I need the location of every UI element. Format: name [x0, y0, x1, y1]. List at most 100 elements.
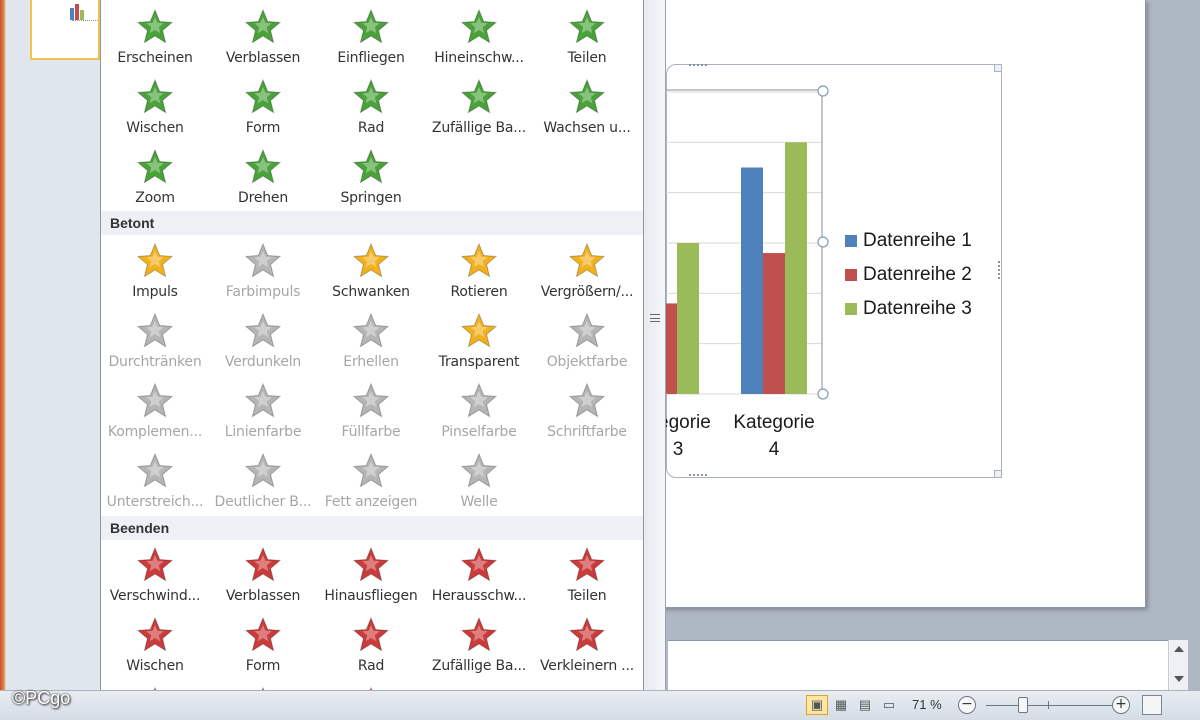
effect-label: Teilen	[567, 588, 607, 604]
effect-star-disappear[interactable]: Verschwind...	[101, 540, 209, 610]
effect-star-underline[interactable]: Unterstreich...	[101, 446, 209, 516]
star-appear-icon	[136, 8, 174, 44]
legend-label-3: Datenreihe 3	[863, 298, 972, 319]
effect-star-random-bars-out[interactable]: Zufällige Ba...	[425, 610, 533, 680]
effect-label: Drehen	[237, 190, 288, 206]
resize-grip-icon[interactable]	[650, 314, 660, 322]
effect-label: Schwanken	[332, 284, 410, 300]
effect-star-fade-out[interactable]: Verblassen	[209, 540, 317, 610]
normal-view-button[interactable]: ▣	[806, 695, 828, 715]
effect-star-fill-color[interactable]: Füllfarbe	[317, 376, 425, 446]
effect-star-bounce[interactable]: Springen	[317, 142, 425, 212]
effect-star-color-pulse[interactable]: Farbimpuls	[209, 236, 317, 306]
effect-star-random-bars[interactable]: Zufällige Ba...	[425, 72, 533, 142]
effect-star-split-out[interactable]: Teilen	[533, 540, 641, 610]
effect-label: Schriftfarbe	[547, 424, 627, 440]
effect-star-zoom[interactable]: Zoom	[101, 142, 209, 212]
zoom-out-button[interactable]: −	[958, 696, 976, 714]
effect-star-pulse[interactable]: Impuls	[101, 236, 209, 306]
effect-label: Rad	[357, 120, 385, 136]
slideshow-button[interactable]: ▭	[878, 695, 900, 715]
star-lighten-icon	[352, 312, 390, 348]
star-wheel-icon	[352, 78, 390, 114]
legend-swatch-3	[845, 303, 857, 315]
effect-star-brush-color[interactable]: Pinselfarbe	[425, 376, 533, 446]
star-wave-icon	[460, 452, 498, 488]
effect-star-font-color[interactable]: Schriftfarbe	[533, 376, 641, 446]
effect-star-appear[interactable]: Erscheinen	[101, 2, 209, 72]
effect-star-darken[interactable]: Verdunkeln	[209, 306, 317, 376]
bar-series-3-cat-1	[677, 243, 699, 394]
zoom-slider-track[interactable]	[986, 705, 1112, 706]
effect-label: Erhellen	[343, 354, 399, 370]
effect-star-grow-shrink[interactable]: Vergrößern/...	[533, 236, 641, 306]
star-float-out-icon	[460, 546, 498, 582]
effect-star-fly-in[interactable]: Einfliegen	[317, 2, 425, 72]
effect-label: Verblassen	[225, 588, 301, 604]
bar-series-2-cat-2	[763, 253, 785, 394]
fit-to-window-button[interactable]	[1142, 695, 1162, 715]
reading-view-button[interactable]: ▤	[854, 695, 876, 715]
star-brush-color-icon	[460, 382, 498, 418]
slide-sorter-button[interactable]: ▦	[830, 695, 852, 715]
effect-star-object-color[interactable]: Objektfarbe	[533, 306, 641, 376]
effect-star-fly-out[interactable]: Hinausfliegen	[317, 540, 425, 610]
effect-star-desaturate[interactable]: Durchtränken	[101, 306, 209, 376]
legend-swatch-1	[845, 235, 857, 247]
effect-star-shape[interactable]: Form	[209, 72, 317, 142]
effect-star-complementary[interactable]: Komplemen...	[101, 376, 209, 446]
effect-label: Deutlicher B...	[214, 494, 312, 510]
effect-label: Herausschw...	[431, 588, 527, 604]
star-underline-icon	[136, 452, 174, 488]
star-bold-reveal-icon	[352, 452, 390, 488]
scroll-down-icon[interactable]	[1174, 676, 1184, 682]
effect-star-spin[interactable]: Rotieren	[425, 236, 533, 306]
zoom-slider-thumb[interactable]	[1018, 697, 1028, 713]
animation-effects-gallery[interactable]: Betont Beenden Erscheinen Verblassen Einfl…	[100, 0, 644, 720]
effect-star-wheel[interactable]: Rad	[317, 72, 425, 142]
effect-star-wipe[interactable]: Wischen	[101, 72, 209, 142]
effect-star-teeter[interactable]: Schwanken	[317, 236, 425, 306]
effect-star-grow-turn[interactable]: Wachsen u...	[533, 72, 641, 142]
gallery-resize-handle[interactable]	[644, 0, 666, 690]
star-bounce-icon	[352, 148, 390, 184]
effect-label: Impuls	[132, 284, 178, 300]
effect-star-float-out[interactable]: Herausschw...	[425, 540, 533, 610]
effect-star-lighten[interactable]: Erhellen	[317, 306, 425, 376]
star-float-in-icon	[460, 8, 498, 44]
legend-item-series-1: Datenreihe 1	[845, 224, 972, 258]
star-split-icon	[568, 8, 606, 44]
effect-label: Springen	[340, 190, 402, 206]
effect-star-bold-flash[interactable]: Deutlicher B...	[209, 446, 317, 516]
star-complementary-icon	[136, 382, 174, 418]
chart-legend[interactable]: Datenreihe 1 Datenreihe 2 Datenreihe 3	[845, 224, 972, 326]
bar-series-2-cat-1	[666, 303, 677, 394]
zoom-in-button[interactable]: +	[1112, 696, 1130, 714]
effect-star-line-color[interactable]: Linienfarbe	[209, 376, 317, 446]
effect-label: Verdunkeln	[224, 354, 302, 370]
effect-star-shape-out[interactable]: Form	[209, 610, 317, 680]
notes-pane[interactable]	[668, 640, 1188, 690]
scroll-up-icon[interactable]	[1174, 646, 1184, 652]
effect-star-wheel-out[interactable]: Rad	[317, 610, 425, 680]
effect-star-wave[interactable]: Welle	[425, 446, 533, 516]
effect-star-split[interactable]: Teilen	[533, 2, 641, 72]
star-split-out-icon	[568, 546, 606, 582]
zoom-level-label[interactable]: 71 %	[912, 697, 942, 712]
notes-scrollbar[interactable]	[1168, 640, 1188, 690]
status-bar: ▣ ▦ ▤ ▭ 71 % − +	[0, 690, 1200, 720]
category-label: egorie	[666, 412, 711, 433]
effect-star-shrink-turn[interactable]: Verkleinern ...	[533, 610, 641, 680]
effect-star-bold-reveal[interactable]: Fett anzeigen	[317, 446, 425, 516]
star-spin-icon	[460, 242, 498, 278]
effect-star-transparency[interactable]: Transparent	[425, 306, 533, 376]
effect-star-fade[interactable]: Verblassen	[209, 2, 317, 72]
effect-label: Komplemen...	[107, 424, 203, 440]
effect-star-float-in[interactable]: Hineinschw...	[425, 2, 533, 72]
category-label: Kategorie	[733, 412, 814, 433]
star-swivel-icon	[244, 148, 282, 184]
effect-label: Fett anzeigen	[324, 494, 418, 510]
effect-star-wipe-out[interactable]: Wischen	[101, 610, 209, 680]
effect-star-swivel[interactable]: Drehen	[209, 142, 317, 212]
slide-thumbnail[interactable]	[30, 0, 100, 60]
